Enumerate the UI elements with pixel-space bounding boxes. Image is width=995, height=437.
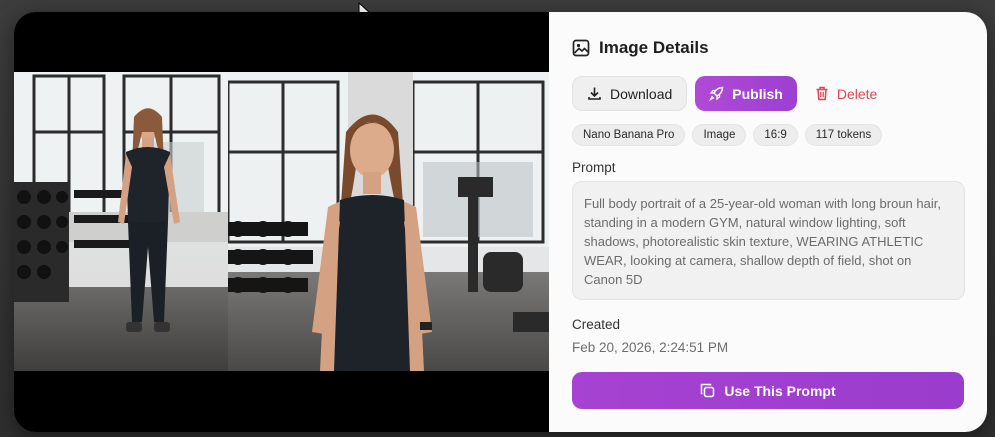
chip-tokens: 117 tokens xyxy=(804,124,883,146)
chip-type: Image xyxy=(692,124,747,146)
delete-button[interactable]: Delete xyxy=(805,76,887,111)
use-this-prompt-button[interactable]: Use This Prompt xyxy=(572,372,964,409)
generated-image[interactable] xyxy=(14,72,549,371)
created-value: Feb 20, 2026, 2:24:51 PM xyxy=(572,340,729,355)
chip-model: Nano Banana Pro xyxy=(572,124,686,146)
use-this-prompt-label: Use This Prompt xyxy=(724,382,836,399)
page-title: Image Details xyxy=(599,38,709,57)
details-header: Image Details xyxy=(572,36,965,60)
download-label: Download xyxy=(610,85,673,102)
image-preview xyxy=(14,12,549,432)
download-icon xyxy=(587,86,602,101)
prompt-label: Prompt xyxy=(572,160,616,175)
created-label: Created xyxy=(572,317,621,332)
image-details-modal: Image Details Download Publish Delete Na… xyxy=(14,12,987,432)
prompt-text[interactable]: Full body portrait of a 25-year-old woma… xyxy=(572,181,965,300)
action-row: Download Publish Delete xyxy=(572,76,965,111)
publish-label: Publish xyxy=(732,85,783,102)
metadata-chips: Nano Banana Pro Image 16:9 117 tokens xyxy=(572,124,965,146)
photo-portrait xyxy=(228,72,549,371)
publish-button[interactable]: Publish xyxy=(695,76,797,111)
photo-full-body xyxy=(14,72,228,371)
image-icon xyxy=(572,39,590,57)
trash-icon xyxy=(815,86,829,101)
delete-label: Delete xyxy=(836,85,878,102)
download-button[interactable]: Download xyxy=(572,76,688,111)
copy-icon xyxy=(700,383,715,398)
details-panel: Image Details Download Publish Delete Na… xyxy=(549,12,987,432)
chip-aspect-ratio: 16:9 xyxy=(753,124,798,146)
rocket-icon xyxy=(709,86,724,101)
